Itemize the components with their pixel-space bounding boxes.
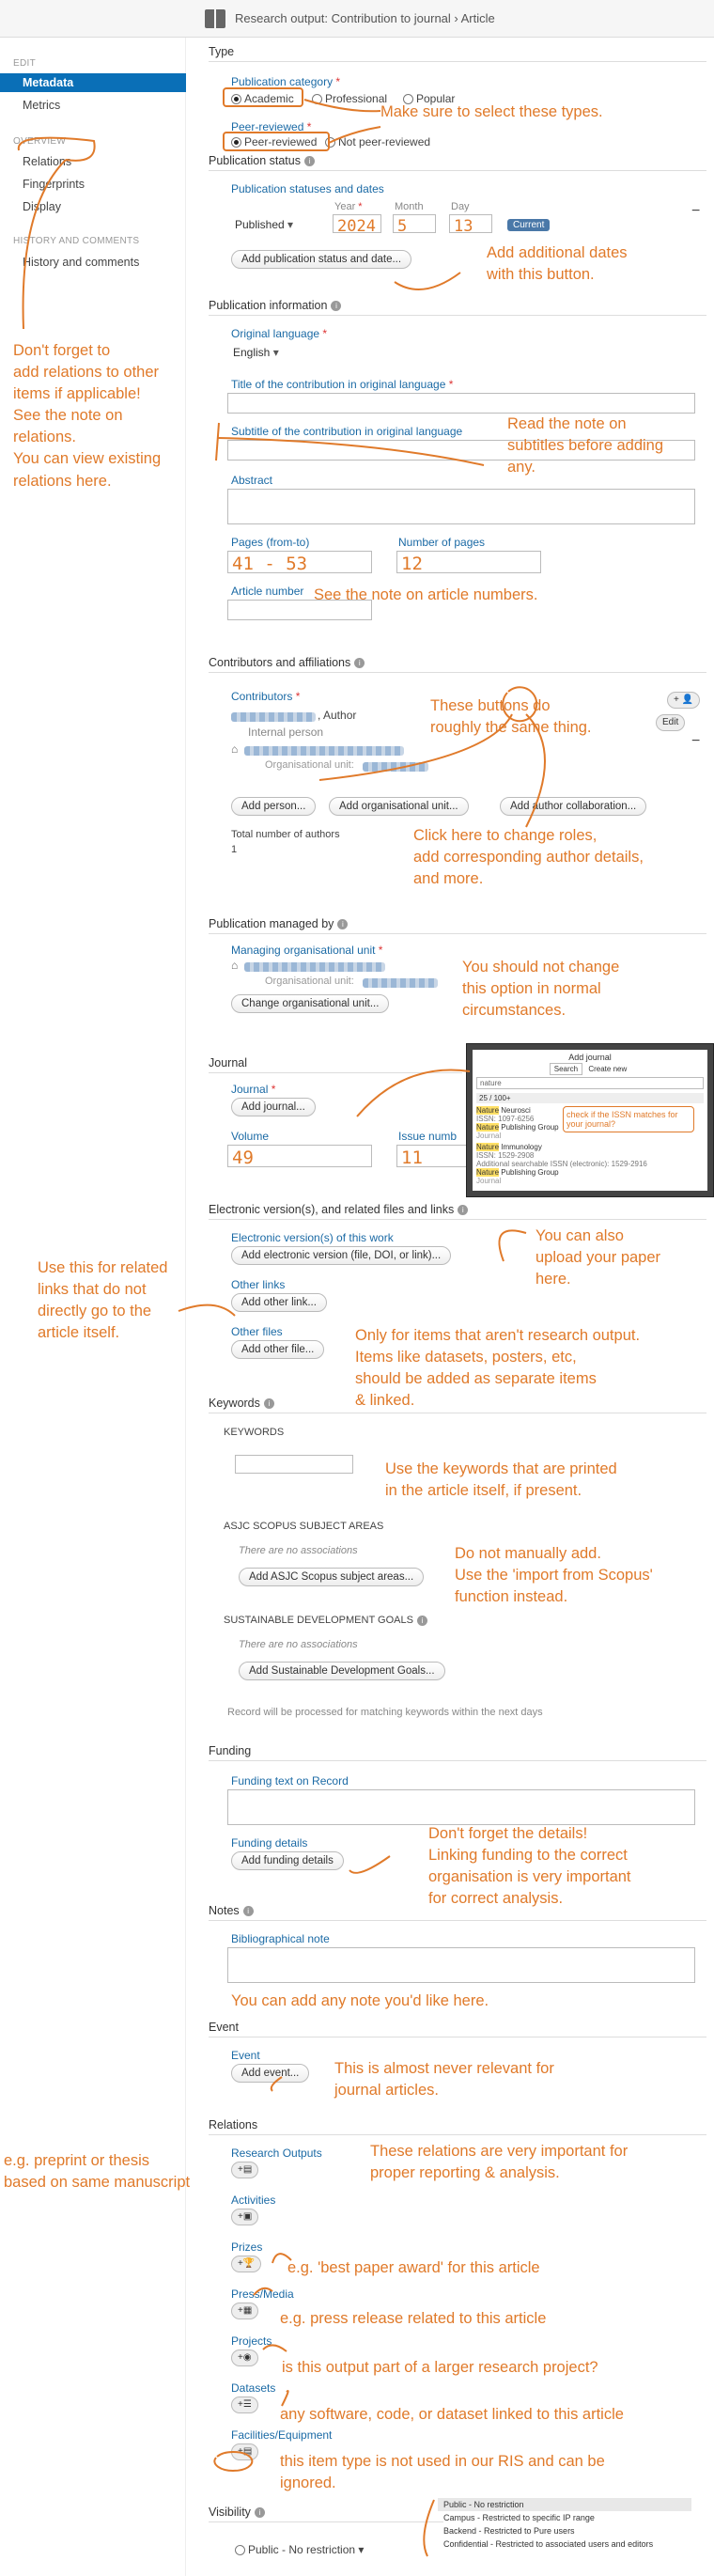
note-datasets: any software, code, or dataset linked to… [280, 2406, 624, 2423]
note-project: is this output part of a larger research… [282, 2359, 598, 2376]
note-relations-important: These relations are very important for p… [370, 2143, 629, 2182]
note-buttons: These buttons do roughly the same thing. [430, 697, 592, 737]
note-article-numbers: See the note on article numbers. [314, 586, 538, 603]
note-subtitles: Read the note on subtitles before adding… [507, 415, 664, 476]
note-managed: You should not change this option in nor… [462, 959, 620, 1020]
note-additional-dates: Add additional dates with this button. [487, 244, 628, 284]
note-prize: e.g. 'best paper award' for this article [287, 2259, 540, 2276]
note-other-links: Use this for related links that do not d… [38, 1259, 168, 1342]
note-select-types: Make sure to select these types. [380, 103, 603, 120]
note-keywords: Use the keywords that are printed in the… [385, 1460, 617, 1500]
note-asjc: Do not manually add. Use the 'import fro… [455, 1545, 653, 1606]
note-preprint: e.g. preprint or thesis based on same ma… [4, 2152, 191, 2192]
note-funding: Don't forget the details! Linking fundin… [428, 1825, 631, 1908]
note-bibliographical: You can add any note you'd like here. [231, 1992, 489, 2009]
note-upload: You can also upload your paper here. [536, 1227, 661, 1288]
note-relations: Don't forget to add relations to other i… [13, 342, 162, 490]
note-other-files: Only for items that aren't research outp… [355, 1327, 641, 1410]
note-event: This is almost never relevant for journa… [334, 2060, 554, 2100]
note-press: e.g. press release related to this artic… [280, 2310, 547, 2327]
note-change-roles: Click here to change roles, add correspo… [413, 827, 644, 888]
note-facilities: this item type is not used in our RIS an… [280, 2453, 605, 2492]
